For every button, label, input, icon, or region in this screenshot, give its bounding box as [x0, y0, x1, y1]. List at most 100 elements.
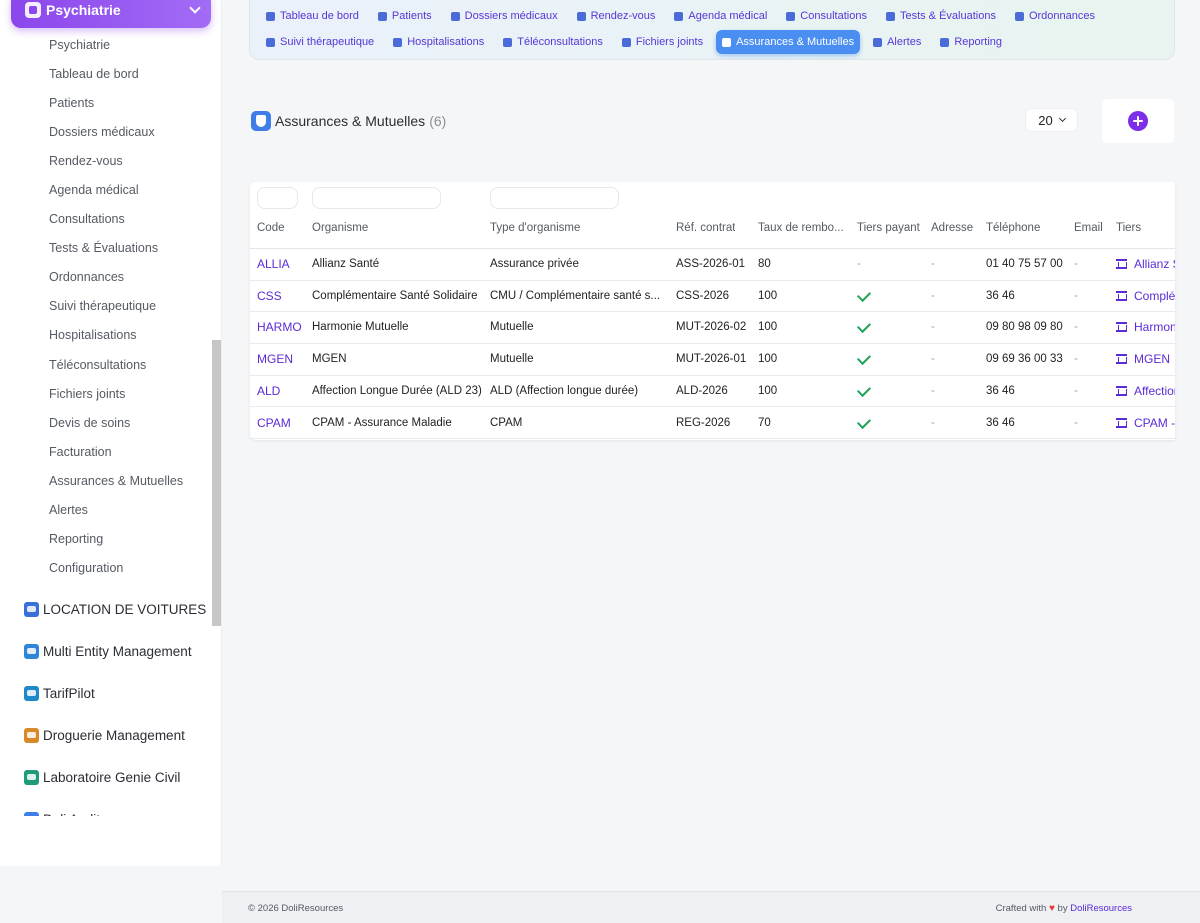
sidebar-item-ordonnances[interactable]: Ordonnances: [0, 263, 212, 292]
tab-hospitalisations[interactable]: Hospitalisations: [387, 30, 490, 54]
module-location-de-voitures[interactable]: LOCATION DE VOITURES: [24, 588, 214, 630]
module-droguerie-management[interactable]: Droguerie Management: [24, 714, 214, 756]
per-page-select[interactable]: 20: [1025, 108, 1078, 132]
sidebar-item-rendez-vous[interactable]: Rendez-vous: [0, 146, 212, 175]
module-submenu: Psychiatrie Tableau de bord Patients Dossie…: [0, 30, 212, 583]
chevron-down-icon[interactable]: [189, 2, 201, 14]
sidebar-item-agenda-medical[interactable]: Agenda médical: [0, 175, 212, 204]
sidebar-item-devis-de-soins[interactable]: Devis de soins: [0, 408, 212, 437]
module-header-psychiatrie[interactable]: Psychiatrie: [11, 0, 211, 28]
tiers-label: Harmonie Mutuelle: [1134, 320, 1175, 335]
tiers-label: MGEN: [1134, 352, 1170, 367]
sidebar-item-tableau-de-bord[interactable]: Tableau de bord: [0, 59, 212, 88]
table-row[interactable]: CPAM CPAM - Assurance Maladie CPAM REG-2026…: [250, 408, 1175, 440]
tab-rendez-vous[interactable]: Rendez-vous: [571, 4, 662, 28]
cell-code-link[interactable]: MGEN: [257, 344, 293, 375]
tab-reporting[interactable]: Reporting: [934, 30, 1008, 54]
tab-label: Assurances & Mutuelles: [736, 36, 855, 48]
sidebar-item-facturation[interactable]: Facturation: [0, 437, 212, 466]
footer-brand-link[interactable]: DoliResources: [1070, 903, 1132, 914]
column-header-adresse[interactable]: Adresse: [931, 222, 973, 234]
column-header-tiers[interactable]: Tiers: [1116, 222, 1141, 234]
sidebar-item-tests-evaluations[interactable]: Tests & Évaluations: [0, 234, 212, 263]
tab-dossiers-medicaux[interactable]: Dossiers médicaux: [445, 4, 564, 28]
record-count: (6): [429, 113, 447, 129]
bank-icon: [1116, 354, 1127, 365]
filter-type-input[interactable]: [490, 187, 619, 209]
tableau-de-bord-icon: [266, 11, 275, 21]
column-header-ref-contrat[interactable]: Réf. contrat: [676, 222, 735, 234]
tab-alertes[interactable]: Alertes: [867, 30, 927, 54]
footer-crafted: Crafted with ♥ by DoliResources: [996, 903, 1132, 914]
tab-tests-evaluations[interactable]: Tests & Évaluations: [880, 4, 1002, 28]
cell-code-link[interactable]: CSS: [257, 281, 282, 312]
filter-organisme-input[interactable]: [312, 187, 441, 209]
cell-tiers-link[interactable]: Harmonie Mutuelle: [1116, 312, 1175, 343]
column-header-code[interactable]: Code: [257, 222, 285, 234]
column-header-type[interactable]: Type d'organisme: [490, 222, 580, 234]
sidebar-item-hospitalisations[interactable]: Hospitalisations: [0, 321, 212, 350]
module-laboratoire-genie-civil[interactable]: Laboratoire Genie Civil: [24, 756, 214, 798]
check-icon: [856, 287, 872, 302]
cell-tiers-link[interactable]: Allianz Santé: [1116, 249, 1175, 280]
sidebar-item-assurances-mutuelles[interactable]: Assurances & Mutuelles: [0, 466, 212, 495]
sidebar-item-dossiers-medicaux[interactable]: Dossiers médicaux: [0, 117, 212, 146]
cell-adresse: -: [931, 258, 935, 270]
sidebar-item-reporting[interactable]: Reporting: [0, 525, 212, 554]
cell-telephone: 09 69 36 00 33: [986, 353, 1063, 366]
check-icon: [856, 351, 872, 366]
sidebar-item-consultations[interactable]: Consultations: [0, 205, 212, 234]
tab-teleconsultations[interactable]: Téléconsultations: [497, 30, 609, 54]
sidebar-item-teleconsultations[interactable]: Téléconsultations: [0, 350, 212, 379]
cell-code-link[interactable]: HARMO: [257, 312, 302, 343]
tab-label: Agenda médical: [688, 10, 768, 22]
column-header-organisme[interactable]: Organisme: [312, 222, 368, 234]
cell-tiers-link[interactable]: CPAM - Assurance Maladie: [1116, 408, 1175, 439]
sidebar-scrollbar[interactable]: [212, 340, 221, 626]
table-row[interactable]: CSS Complémentaire Santé Solidaire CMU / C…: [250, 281, 1175, 313]
tab-suivi-therapeutique[interactable]: Suivi thérapeutique: [260, 30, 380, 54]
add-record-button[interactable]: [1128, 111, 1148, 131]
cell-tiers-link[interactable]: Complémentaire Santé Solidaire: [1116, 281, 1175, 312]
column-header-email[interactable]: Email: [1074, 222, 1103, 234]
tab-agenda-medical[interactable]: Agenda médical: [668, 4, 773, 28]
cell-adresse: -: [931, 353, 935, 366]
table-row[interactable]: MGEN MGEN Mutuelle MUT-2026-01 100-09 69 36 …: [250, 344, 1175, 376]
column-header-taux[interactable]: Taux de rembo...: [758, 222, 844, 234]
cell-tiers-link[interactable]: MGEN: [1116, 344, 1170, 375]
filter-code-input[interactable]: [257, 187, 298, 209]
cell-code-link[interactable]: ALD: [257, 376, 280, 407]
tab-patients[interactable]: Patients: [372, 4, 438, 28]
module-tarifpilot[interactable]: TarifPilot: [24, 672, 214, 714]
tab-label: Ordonnances: [1028, 10, 1095, 22]
reporting-icon: [940, 37, 950, 47]
table-row[interactable]: HARMO Harmonie Mutuelle Mutuelle MUT-2026-0…: [250, 312, 1175, 345]
cell-type: CMU / Complémentaire santé s...: [490, 289, 661, 302]
add-button-container: [1102, 99, 1174, 143]
sidebar-item-alertes[interactable]: Alertes: [0, 496, 212, 525]
column-header-telephone[interactable]: Téléphone: [986, 222, 1040, 234]
tab-assurances-mutuelles[interactable]: Assurances & Mutuelles: [716, 30, 861, 54]
table-row[interactable]: ALLIA Allianz Santé Assurance privée ASS-20…: [250, 249, 1175, 281]
cell-tiers-link[interactable]: Affection Longue Durée (ALD 23): [1116, 376, 1175, 407]
tab-tableau-de-bord[interactable]: Tableau de bord: [260, 4, 365, 28]
sidebar-item-psychiatrie[interactable]: Psychiatrie: [0, 30, 212, 59]
tab-fichiers-joints[interactable]: Fichiers joints: [616, 30, 709, 54]
sidebar-item-patients[interactable]: Patients: [0, 88, 212, 117]
alertes-icon: [873, 37, 883, 47]
sidebar-item-fichiers-joints[interactable]: Fichiers joints: [0, 379, 212, 408]
sidebar-item-configuration[interactable]: Configuration: [0, 554, 212, 583]
cell-taux: 80: [758, 258, 771, 270]
cell-code-link[interactable]: ALLIA: [257, 249, 290, 280]
bank-icon: [1116, 322, 1127, 333]
table-row[interactable]: ALD Affection Longue Durée (ALD 23) ALD (A…: [250, 376, 1175, 408]
tab-ordonnances[interactable]: Ordonnances: [1009, 4, 1101, 28]
cell-taux: 100: [758, 321, 778, 334]
cell-adresse: -: [931, 384, 935, 397]
check-icon: [856, 319, 872, 334]
tab-consultations[interactable]: Consultations: [780, 4, 873, 28]
sidebar-item-suivi-therapeutique[interactable]: Suivi thérapeutique: [0, 292, 212, 321]
cell-code-link[interactable]: CPAM: [257, 408, 291, 439]
column-header-tiers-payant[interactable]: Tiers payant: [857, 222, 920, 234]
module-multi-entity-management[interactable]: Multi Entity Management: [24, 630, 214, 672]
